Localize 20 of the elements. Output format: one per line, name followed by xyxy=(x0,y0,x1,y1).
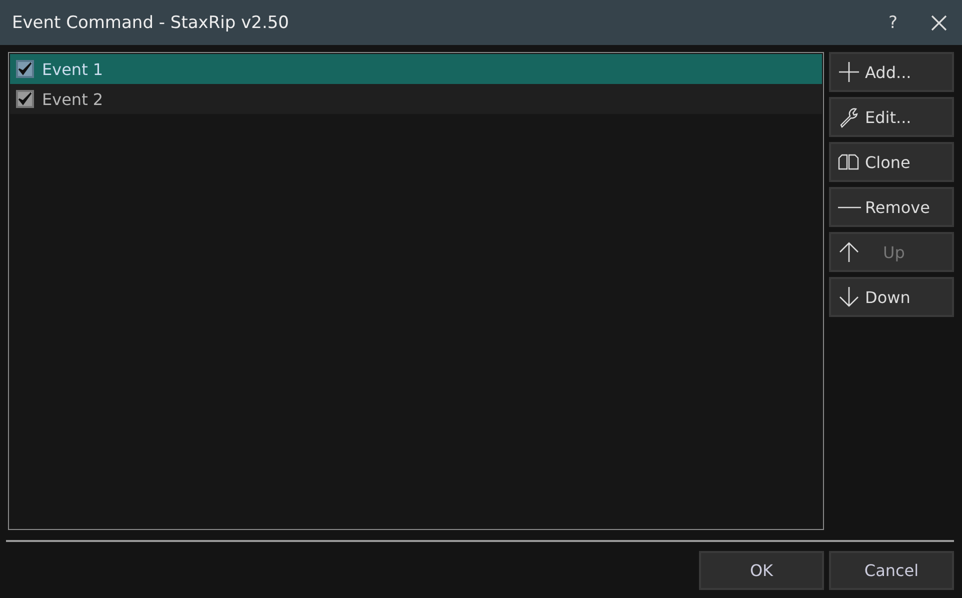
checkbox[interactable] xyxy=(16,60,34,78)
event-label: Event 1 xyxy=(42,60,104,78)
event-row[interactable]: Event 1 xyxy=(10,54,822,84)
down-icon xyxy=(837,285,861,309)
help-button[interactable]: ? xyxy=(870,0,916,45)
close-icon[interactable] xyxy=(930,14,948,32)
edit-button[interactable]: Edit... xyxy=(829,97,954,137)
down-button[interactable]: Down xyxy=(829,277,954,317)
remove-icon xyxy=(837,206,861,208)
event-label: Event 2 xyxy=(42,90,104,108)
dialog-button[interactable]: OK xyxy=(699,551,824,590)
remove-button[interactable]: Remove xyxy=(829,187,954,227)
window-title: Event Command - StaxRip v2.50 xyxy=(12,12,290,32)
add-button[interactable]: Add... xyxy=(829,52,954,92)
event-row[interactable]: Event 2 xyxy=(10,84,822,114)
dialog-button[interactable]: Cancel xyxy=(829,551,954,590)
add-icon xyxy=(837,60,861,84)
checkbox[interactable] xyxy=(16,90,34,108)
clone-button[interactable]: Clone xyxy=(829,142,954,182)
up-icon xyxy=(837,240,861,264)
